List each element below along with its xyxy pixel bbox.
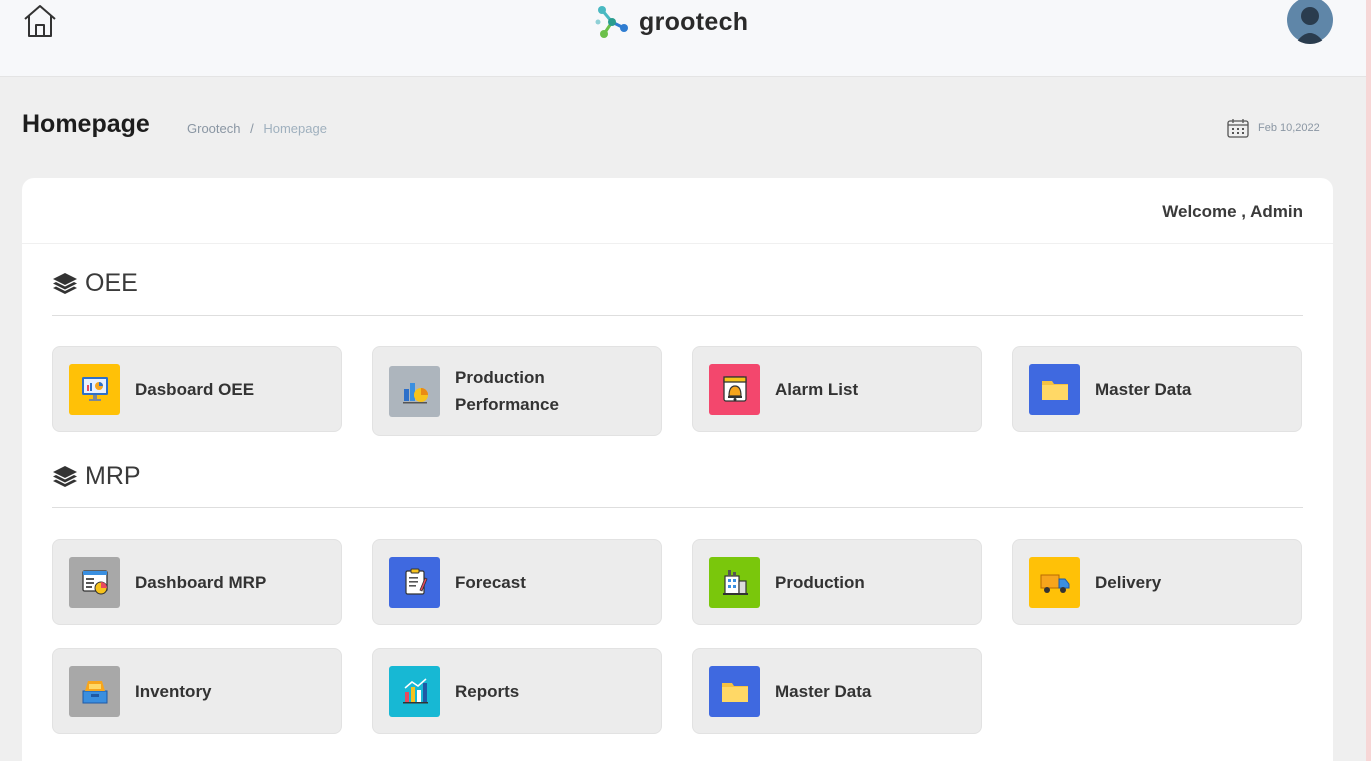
tile-delivery[interactable]: Delivery bbox=[1012, 539, 1302, 625]
breadcrumb-grootech[interactable]: Grootech bbox=[187, 121, 240, 136]
tile-dashboard-mrp[interactable]: Dashboard MRP bbox=[52, 539, 342, 625]
folder-icon bbox=[709, 665, 760, 717]
section-divider bbox=[52, 507, 1303, 508]
tile-forecast[interactable]: Forecast bbox=[372, 539, 662, 625]
tile-label: Inventory bbox=[135, 681, 212, 701]
tile-label: Reports bbox=[455, 681, 520, 701]
tile-reports[interactable]: Reports bbox=[372, 648, 662, 734]
layers-icon bbox=[53, 272, 77, 294]
tile-label: Delivery bbox=[1095, 572, 1162, 592]
tile-label: Dasboard OEE bbox=[135, 379, 255, 399]
date-display: Feb 10,2022 bbox=[1227, 118, 1320, 138]
tile-production[interactable]: Production bbox=[692, 539, 982, 625]
tile-dashboard-oee[interactable]: Dasboard OEE bbox=[52, 346, 342, 432]
factory-icon bbox=[709, 556, 760, 608]
tile-label: Forecast bbox=[455, 572, 526, 592]
section-title-oee: OEE bbox=[85, 269, 138, 297]
user-avatar[interactable] bbox=[1287, 0, 1333, 44]
section-mrp-header: MRP bbox=[52, 462, 141, 491]
page-title: Homepage bbox=[22, 110, 150, 138]
tile-label: Dashboard MRP bbox=[135, 572, 267, 592]
welcome-text: Welcome , Admin bbox=[1162, 202, 1303, 221]
tile-inventory[interactable]: Inventory bbox=[52, 648, 342, 734]
window-edge bbox=[1366, 0, 1371, 761]
tile-label: Alarm List bbox=[775, 379, 859, 399]
tile-oee-master-data[interactable]: Master Data bbox=[1012, 346, 1302, 432]
section-divider bbox=[52, 315, 1303, 316]
tile-mrp-master-data[interactable]: Master Data bbox=[692, 648, 982, 734]
date-text: Feb 10,2022 bbox=[1258, 122, 1320, 134]
section-oee-header: OEE bbox=[52, 269, 138, 298]
bar-chart-icon bbox=[389, 665, 440, 717]
breadcrumb: Grootech / Homepage bbox=[187, 121, 327, 136]
breadcrumb-separator: / bbox=[250, 121, 254, 136]
top-navbar: grootech bbox=[0, 0, 1371, 77]
dashboard-report-icon bbox=[69, 556, 120, 608]
clipboard-icon bbox=[389, 556, 440, 608]
folder-icon bbox=[1029, 363, 1080, 415]
brand[interactable]: grootech bbox=[592, 0, 748, 44]
welcome-bar: Welcome , Admin bbox=[22, 178, 1333, 244]
tile-alarm-list[interactable]: Alarm List bbox=[692, 346, 982, 432]
tile-label: Production Performance bbox=[455, 368, 559, 414]
section-title-mrp: MRP bbox=[85, 462, 141, 490]
main-card: Welcome , Admin OEE Dasboard OEE Product… bbox=[22, 178, 1333, 761]
dashboard-monitor-icon bbox=[69, 363, 120, 415]
tile-label: Master Data bbox=[775, 681, 872, 701]
truck-icon bbox=[1029, 556, 1080, 608]
inventory-box-icon bbox=[69, 665, 120, 717]
tile-label: Production bbox=[775, 572, 865, 592]
layers-icon bbox=[53, 465, 77, 487]
grootech-logo-icon bbox=[595, 6, 628, 38]
calendar-icon bbox=[1227, 119, 1249, 138]
brand-name: grootech bbox=[639, 7, 749, 36]
alarm-bell-icon bbox=[709, 363, 760, 415]
performance-chart-icon bbox=[389, 365, 440, 417]
breadcrumb-current: Homepage bbox=[263, 121, 327, 136]
tile-production-performance[interactable]: Production Performance bbox=[372, 346, 662, 436]
tile-label: Master Data bbox=[1095, 379, 1192, 399]
home-icon[interactable] bbox=[22, 3, 58, 39]
